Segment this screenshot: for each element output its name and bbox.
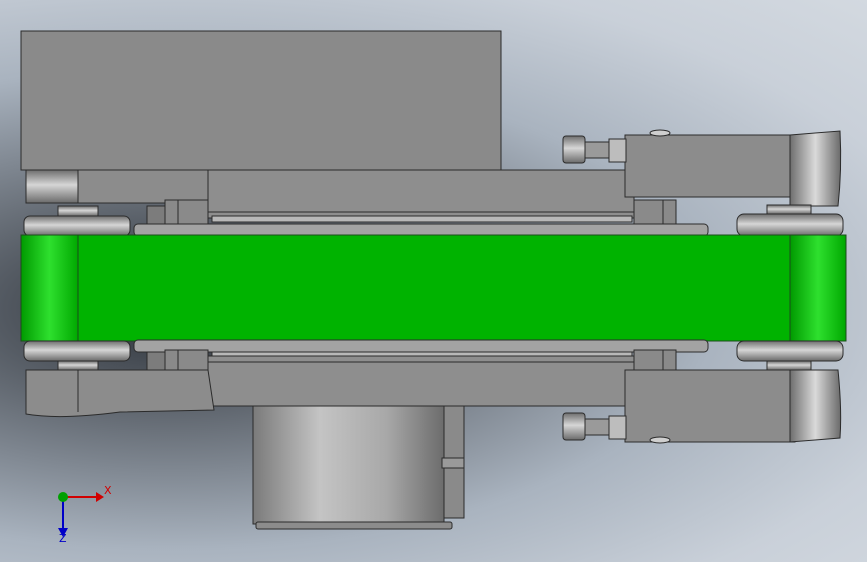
left-top-shaft [57,205,99,217]
top-adjust-bolt[interactable] [562,135,586,164]
left-top-roller[interactable] [23,215,131,237]
motor-end-cap [255,521,453,530]
frame-top-left-cap [164,199,209,227]
right-top-tensioner-end [789,130,842,207]
top-adjust-bolt-shank [584,141,611,159]
belt-plate-top [133,223,709,237]
belt-plate-bottom [133,339,709,353]
left-top-block [146,205,166,227]
frame-bottom-lower[interactable] [207,355,635,407]
left-bottom-block [146,351,166,373]
right-bottom-roller[interactable] [736,340,844,362]
right-bottom-shaft [766,360,812,371]
triad-z-label: Z [59,532,67,545]
left-top-bearing[interactable] [25,169,79,204]
left-bottom-bracket[interactable] [25,369,215,418]
conveyor-belt-left-end [20,234,79,342]
right-top-shaft [766,204,812,215]
right-top-roller[interactable] [736,213,844,237]
triad-x-label: X [104,484,112,497]
bottom-adjust-bolt[interactable] [562,412,586,441]
gearbox-housing[interactable] [20,30,502,171]
left-bottom-shaft [57,360,99,371]
conveyor-belt-right-end [789,234,847,342]
left-bottom-roller[interactable] [23,340,131,362]
right-bottom-tensioner-block[interactable] [624,369,796,443]
right-top-tensioner-block[interactable] [624,134,796,198]
drive-motor[interactable] [252,405,445,525]
frame-top-right-cap [633,199,677,227]
right-bottom-tensioner-end [789,369,842,443]
top-adjust-nut [608,138,627,163]
bottom-adjust-nut [608,415,627,440]
left-top-bracket[interactable] [77,169,209,204]
cad-model-view: X Z [20,30,847,545]
model-viewport[interactable]: X Z [0,0,867,562]
coordinate-triad: X Z [58,484,112,545]
frame-top-upper[interactable] [207,169,635,219]
motor-terminal [441,457,465,469]
frame-top-rail [211,215,633,223]
bottom-adjust-bolt-shank [584,418,611,436]
conveyor-belt[interactable] [20,234,847,342]
